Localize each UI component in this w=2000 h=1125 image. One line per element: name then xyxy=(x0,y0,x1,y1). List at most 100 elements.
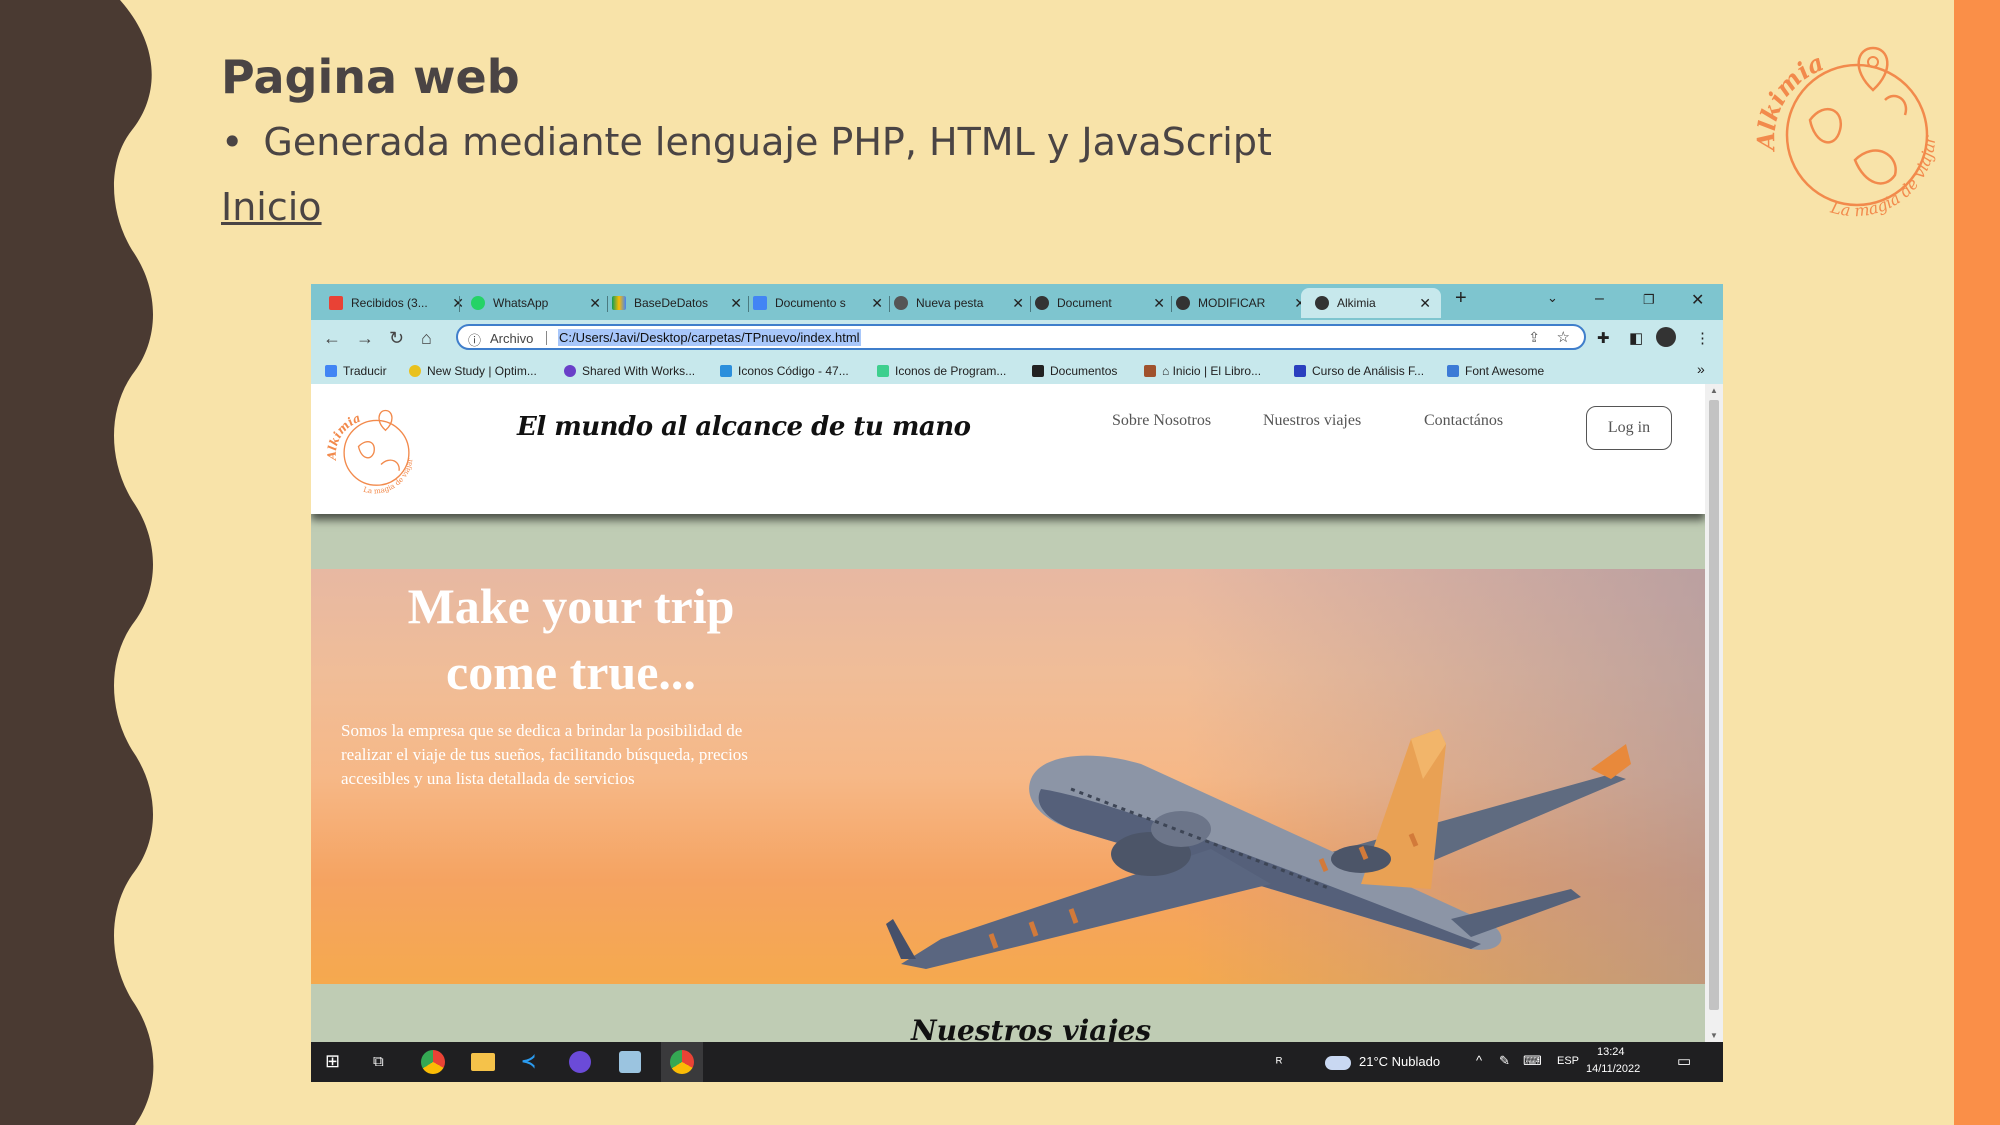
home-icon[interactable]: ⌂ xyxy=(421,328,432,349)
chevron-up-icon[interactable]: ^ xyxy=(1476,1053,1482,1068)
close-window-icon[interactable]: ✕ xyxy=(1691,290,1704,310)
translate-icon xyxy=(325,365,337,377)
chrome-icon xyxy=(894,296,908,310)
star-icon[interactable]: ☆ xyxy=(1557,328,1570,346)
slide-bullet-text: Generada mediante lenguaje PHP, HTML y J… xyxy=(263,120,1272,164)
extensions-icon[interactable]: ✚ xyxy=(1597,329,1610,347)
windows-taskbar: ⊞ ⧉ ≺ ᴿ 21°C Nublado ^ ✎ ⌨ ESP 13:24 14/… xyxy=(311,1042,1723,1082)
section-title: Nuestros viajes xyxy=(911,1014,1152,1042)
hero-title-line: come true... xyxy=(446,644,696,700)
clock-time[interactable]: 13:24 xyxy=(1597,1046,1625,1058)
close-tab-icon[interactable]: ✕ xyxy=(589,295,601,312)
close-tab-icon[interactable]: ✕ xyxy=(730,295,742,312)
minimize-icon[interactable]: – xyxy=(1595,290,1604,308)
page-scrollbar[interactable]: ▲ ▼ xyxy=(1705,384,1723,1042)
chrome-icon[interactable] xyxy=(421,1050,445,1074)
address-bar[interactable]: ⓘ Archivo C:/Users/Javi/Desktop/carpetas… xyxy=(456,324,1586,350)
bookmark-item[interactable]: Iconos Código - 47... xyxy=(720,364,849,378)
site-logo[interactable]: Alkimia La magia de viajar xyxy=(327,406,417,496)
left-wave-decoration xyxy=(0,0,154,1125)
task-view-icon[interactable]: ⧉ xyxy=(373,1053,384,1070)
tab-label: Nueva pesta xyxy=(916,296,984,310)
book-icon xyxy=(1144,365,1156,377)
more-bookmarks-button[interactable]: » xyxy=(1697,361,1705,377)
scrollbar-thumb[interactable] xyxy=(1709,400,1719,1010)
svg-text:La magia de viajar: La magia de viajar xyxy=(362,457,414,495)
forward-icon[interactable]: → xyxy=(356,328,374,349)
tab-label: WhatsApp xyxy=(493,296,549,310)
tab-document[interactable]: Document ✕ xyxy=(1035,288,1165,318)
bookmark-item[interactable]: Documentos xyxy=(1032,364,1117,378)
people-icon[interactable]: ᴿ xyxy=(1276,1054,1282,1070)
bookmark-item[interactable]: New Study | Optim... xyxy=(409,364,537,378)
pen-icon[interactable]: ✎ xyxy=(1499,1053,1510,1069)
github-desktop-icon[interactable] xyxy=(569,1051,591,1073)
profile-avatar[interactable] xyxy=(1656,327,1676,347)
tab-whatsapp[interactable]: WhatsApp ✕ xyxy=(471,288,601,318)
keyboard-icon[interactable]: ⌨ xyxy=(1523,1053,1542,1069)
new-tab-button[interactable]: + xyxy=(1455,287,1467,310)
menu-icon[interactable]: ⋮ xyxy=(1695,329,1710,347)
login-button[interactable]: Log in xyxy=(1586,406,1672,450)
clock-date[interactable]: 14/11/2022 xyxy=(1586,1063,1640,1075)
notifications-icon[interactable]: ▭ xyxy=(1677,1052,1691,1070)
tab-label: BaseDeDatos xyxy=(634,296,709,310)
app-icon[interactable] xyxy=(619,1051,641,1073)
back-icon[interactable]: ← xyxy=(323,328,341,349)
tab-alkimia[interactable]: Alkimia ✕ xyxy=(1301,288,1441,318)
file-explorer-icon[interactable] xyxy=(471,1053,495,1071)
nav-nuestros-viajes[interactable]: Nuestros viajes xyxy=(1263,412,1361,430)
windows-start-icon[interactable]: ⊞ xyxy=(325,1051,340,1072)
inicio-link[interactable]: Inicio xyxy=(221,185,322,229)
restore-icon[interactable]: ❐ xyxy=(1643,292,1655,308)
globe-icon xyxy=(1315,296,1329,310)
close-tab-icon[interactable]: ✕ xyxy=(1419,295,1431,312)
bookmark-item[interactable]: Traducir xyxy=(325,364,387,378)
docs-icon xyxy=(753,296,767,310)
flag-icon xyxy=(1447,365,1459,377)
reload-icon[interactable]: ↻ xyxy=(389,328,404,349)
scheme-label: Archivo xyxy=(490,331,534,346)
tab-new[interactable]: Nueva pesta ✕ xyxy=(894,288,1024,318)
tab-drive[interactable]: BaseDeDatos ✕ xyxy=(612,288,742,318)
url-text[interactable]: C:/Users/Javi/Desktop/carpetas/TPnuevo/i… xyxy=(558,329,861,346)
close-tab-icon[interactable]: ✕ xyxy=(1012,295,1024,312)
weather-text[interactable]: 21°C Nublado xyxy=(1359,1054,1440,1069)
nav-contactanos[interactable]: Contactános xyxy=(1424,412,1503,430)
bookmark-item[interactable]: Iconos de Program... xyxy=(877,364,1006,378)
tab-label: MODIFICAR xyxy=(1198,296,1266,310)
bookmark-item[interactable]: ⌂ Inicio | El Libro... xyxy=(1144,364,1261,378)
bookmark-item[interactable]: Font Awesome xyxy=(1447,364,1544,378)
tab-gmail[interactable]: Recibidos (3...✕ xyxy=(329,288,464,318)
airplane-image xyxy=(886,729,1631,969)
browser-screenshot: Recibidos (3...✕ WhatsApp✕ BaseDeDatos✕ … xyxy=(311,284,1723,1082)
active-chrome-task[interactable] xyxy=(661,1042,703,1082)
share-icon[interactable]: ⇪ xyxy=(1528,329,1540,346)
globe-icon xyxy=(1035,296,1049,310)
documents-icon xyxy=(1032,365,1044,377)
bookmark-item[interactable]: Shared With Works... xyxy=(564,364,695,378)
language-indicator[interactable]: ESP xyxy=(1557,1055,1579,1067)
scroll-down-icon[interactable]: ▼ xyxy=(1710,1031,1718,1040)
toolbar: ← → ↻ ⌂ ⓘ Archivo C:/Users/Javi/Desktop/… xyxy=(311,320,1723,356)
sidepanel-icon[interactable]: ◧ xyxy=(1629,329,1643,347)
icons-icon xyxy=(720,365,732,377)
close-tab-icon[interactable]: ✕ xyxy=(871,295,883,312)
site-tagline: El mundo al alcance de tu mano xyxy=(517,412,971,442)
tab-modificar[interactable]: MODIFICAR✕ xyxy=(1176,288,1306,318)
course-icon xyxy=(1294,365,1306,377)
vscode-icon[interactable]: ≺ xyxy=(521,1051,536,1072)
scroll-up-icon[interactable]: ▲ xyxy=(1710,386,1718,395)
tab-label: Recibidos (3... xyxy=(351,296,428,310)
close-tab-icon[interactable]: ✕ xyxy=(1153,295,1165,312)
whatsapp-icon xyxy=(471,296,485,310)
slide-bullet: • Generada mediante lenguaje PHP, HTML y … xyxy=(221,120,1272,164)
tab-label: Documento s xyxy=(775,296,846,310)
bookmark-item[interactable]: Curso de Análisis F... xyxy=(1294,364,1424,378)
nav-sobre-nosotros[interactable]: Sobre Nosotros xyxy=(1112,412,1211,430)
tab-docs[interactable]: Documento s ✕ xyxy=(753,288,883,318)
home-small-icon: ⌂ xyxy=(1162,364,1173,378)
tab-bar: Recibidos (3...✕ WhatsApp✕ BaseDeDatos✕ … xyxy=(311,284,1723,320)
tab-search-icon[interactable]: ⌄ xyxy=(1547,290,1558,306)
vuetify-icon xyxy=(877,365,889,377)
